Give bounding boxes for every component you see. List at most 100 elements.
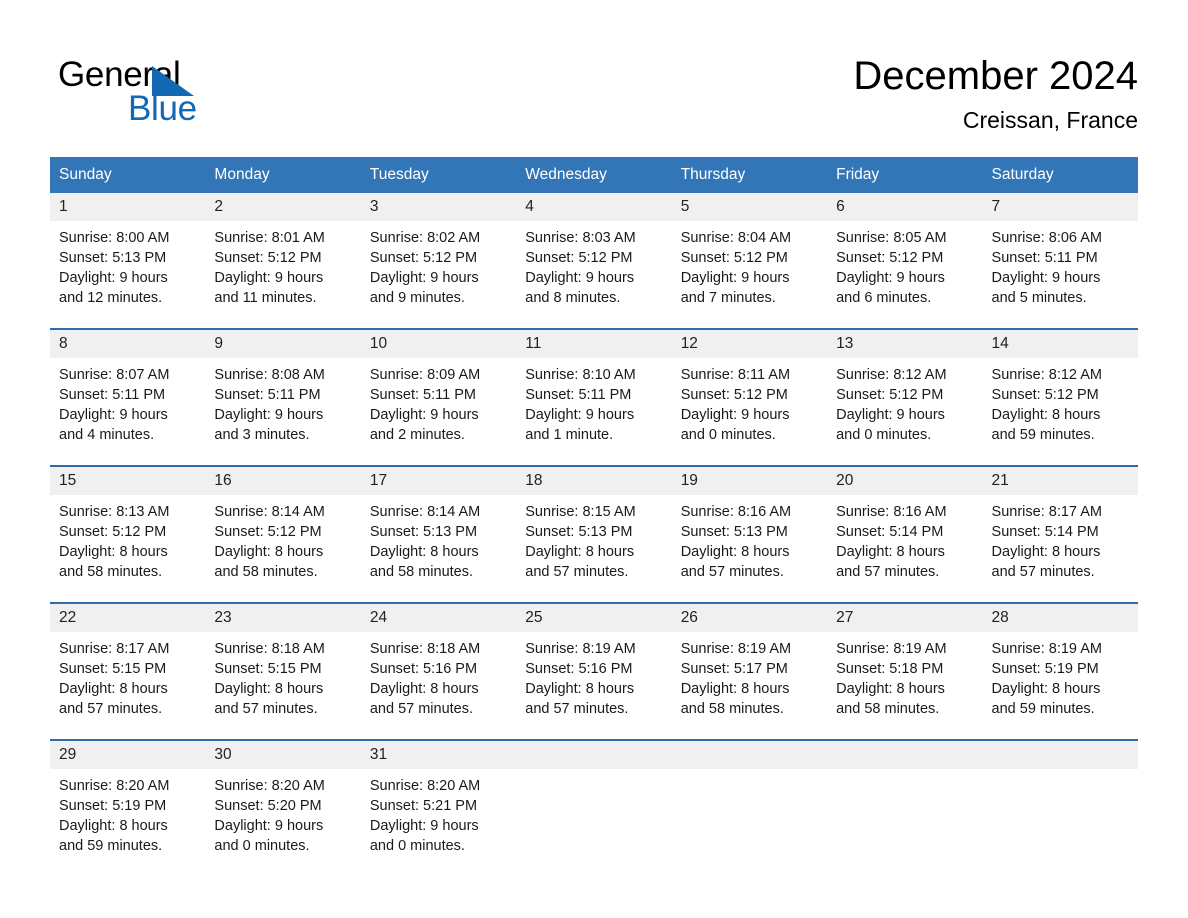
- day-daylight-text: and 5 minutes.: [991, 290, 1087, 306]
- day-cell[interactable]: Sunrise: 8:07 AM Sunset: 5:11 PM Daylight:…: [50, 358, 206, 455]
- day-sunset-text: Sunset: 5:21 PM: [369, 798, 478, 814]
- day-sunset-text: Sunset: 5:17 PM: [680, 661, 788, 677]
- day-sunset-text: Sunset: 5:19 PM: [59, 798, 167, 814]
- day-sunrise-text: Sunrise: 8:01 AM: [214, 230, 325, 246]
- day-sunset-text: Sunset: 5:14 PM: [836, 524, 944, 540]
- day-cell[interactable]: Sunrise: 8:02 AM Sunset: 5:12 PM Daylight:…: [360, 221, 517, 318]
- day-number[interactable]: 13: [827, 330, 983, 358]
- day-sunrise-text: Sunrise: 8:10 AM: [525, 367, 636, 383]
- day-cell[interactable]: Sunrise: 8:15 AM Sunset: 5:13 PM Daylight:…: [516, 495, 672, 592]
- day-sunrise-text: Sunrise: 8:17 AM: [59, 641, 170, 657]
- day-cell[interactable]: Sunrise: 8:19 AM Sunset: 5:17 PM Daylight:…: [671, 632, 828, 729]
- day-daylight-text: Daylight: 8 hours: [525, 681, 635, 697]
- day-cell[interactable]: Sunrise: 8:12 AM Sunset: 5:12 PM Daylight:…: [982, 358, 1138, 455]
- day-cell-empty: [671, 769, 828, 866]
- day-daylight-text: Daylight: 8 hours: [991, 544, 1101, 560]
- day-number[interactable]: 14: [982, 330, 1138, 358]
- day-cell[interactable]: Sunrise: 8:03 AM Sunset: 5:12 PM Daylight:…: [516, 221, 672, 318]
- day-number[interactable]: 9: [205, 330, 361, 358]
- day-cell[interactable]: Sunrise: 8:09 AM Sunset: 5:11 PM Daylight:…: [360, 358, 517, 455]
- day-number[interactable]: 8: [50, 330, 206, 358]
- day-cell[interactable]: Sunrise: 8:13 AM Sunset: 5:12 PM Daylight:…: [50, 495, 206, 592]
- day-number[interactable]: 28: [982, 604, 1138, 632]
- day-number[interactable]: 27: [827, 604, 983, 632]
- day-cell[interactable]: Sunrise: 8:17 AM Sunset: 5:15 PM Daylight:…: [50, 632, 206, 729]
- day-number[interactable]: 30: [205, 741, 361, 769]
- day-number[interactable]: 4: [516, 193, 672, 221]
- day-number[interactable]: 25: [516, 604, 672, 632]
- day-number[interactable]: 22: [50, 604, 206, 632]
- day-daylight-text: and 59 minutes.: [59, 838, 163, 854]
- day-cell[interactable]: Sunrise: 8:08 AM Sunset: 5:11 PM Daylight:…: [205, 358, 361, 455]
- day-number[interactable]: 3: [360, 193, 517, 221]
- day-cell[interactable]: Sunrise: 8:00 AM Sunset: 5:13 PM Daylight:…: [50, 221, 206, 318]
- day-number[interactable]: 31: [360, 741, 517, 769]
- day-cell[interactable]: Sunrise: 8:19 AM Sunset: 5:16 PM Daylight:…: [516, 632, 672, 729]
- day-number[interactable]: 5: [671, 193, 828, 221]
- day-number[interactable]: 23: [205, 604, 361, 632]
- day-cell[interactable]: Sunrise: 8:17 AM Sunset: 5:14 PM Daylight:…: [982, 495, 1138, 592]
- day-cell[interactable]: Sunrise: 8:10 AM Sunset: 5:11 PM Daylight:…: [516, 358, 672, 455]
- day-cell[interactable]: Sunrise: 8:16 AM Sunset: 5:14 PM Daylight:…: [827, 495, 983, 592]
- day-cell[interactable]: Sunrise: 8:20 AM Sunset: 5:19 PM Daylight:…: [50, 769, 206, 866]
- day-sunrise-text: Sunrise: 8:20 AM: [59, 778, 170, 794]
- week-separator: [50, 318, 1138, 330]
- day-number[interactable]: 15: [50, 467, 206, 495]
- day-number[interactable]: 18: [516, 467, 672, 495]
- day-number[interactable]: 19: [671, 467, 828, 495]
- day-cell[interactable]: Sunrise: 8:01 AM Sunset: 5:12 PM Daylight:…: [205, 221, 361, 318]
- day-cell[interactable]: Sunrise: 8:04 AM Sunset: 5:12 PM Daylight:…: [671, 221, 828, 318]
- day-daylight-text: and 0 minutes.: [836, 427, 932, 443]
- week-separator-cell: [50, 455, 1138, 467]
- day-daylight-text: Daylight: 9 hours: [680, 270, 790, 286]
- day-number-row: 8 9 10 11 12 13 14: [50, 330, 1138, 358]
- day-daylight-text: Daylight: 8 hours: [525, 544, 635, 560]
- week-separator: [50, 455, 1138, 467]
- day-number-empty: [982, 741, 1138, 769]
- day-sunset-text: Sunset: 5:12 PM: [369, 250, 478, 266]
- day-cell[interactable]: Sunrise: 8:16 AM Sunset: 5:13 PM Daylight:…: [671, 495, 828, 592]
- day-cell[interactable]: Sunrise: 8:18 AM Sunset: 5:15 PM Daylight:…: [205, 632, 361, 729]
- day-cell[interactable]: Sunrise: 8:18 AM Sunset: 5:16 PM Daylight:…: [360, 632, 517, 729]
- day-cell[interactable]: Sunrise: 8:19 AM Sunset: 5:19 PM Daylight:…: [982, 632, 1138, 729]
- day-number[interactable]: 26: [671, 604, 828, 632]
- day-cell[interactable]: Sunrise: 8:14 AM Sunset: 5:13 PM Daylight:…: [360, 495, 517, 592]
- calendar-body: 1 2 3 4 5 6 7 Sunrise: 8:00 AM Sunset: 5:13 PM Da…: [50, 193, 1138, 866]
- day-cell[interactable]: Sunrise: 8:12 AM Sunset: 5:12 PM Daylight:…: [827, 358, 983, 455]
- week-separator-line: [50, 318, 1138, 330]
- day-daylight-text: and 59 minutes.: [991, 427, 1095, 443]
- day-cell[interactable]: Sunrise: 8:19 AM Sunset: 5:18 PM Daylight:…: [827, 632, 983, 729]
- day-cell[interactable]: Sunrise: 8:20 AM Sunset: 5:21 PM Daylight:…: [360, 769, 517, 866]
- day-sunset-text: Sunset: 5:13 PM: [525, 524, 633, 540]
- day-number[interactable]: 16: [205, 467, 361, 495]
- day-cell[interactable]: Sunrise: 8:20 AM Sunset: 5:20 PM Daylight:…: [205, 769, 361, 866]
- day-cell[interactable]: Sunrise: 8:14 AM Sunset: 5:12 PM Daylight:…: [205, 495, 361, 592]
- day-info-row: Sunrise: 8:07 AM Sunset: 5:11 PM Daylight:…: [50, 358, 1138, 455]
- day-number[interactable]: 10: [360, 330, 517, 358]
- day-daylight-text: Daylight: 8 hours: [991, 407, 1101, 423]
- day-info-row: Sunrise: 8:20 AM Sunset: 5:19 PM Daylight:…: [50, 769, 1138, 866]
- day-number[interactable]: 20: [827, 467, 983, 495]
- day-number[interactable]: 7: [982, 193, 1138, 221]
- day-daylight-text: and 57 minutes.: [525, 701, 629, 717]
- day-number[interactable]: 11: [516, 330, 672, 358]
- day-sunrise-text: Sunrise: 8:16 AM: [680, 504, 792, 520]
- day-sunset-text: Sunset: 5:12 PM: [836, 250, 944, 266]
- calendar-header-row: Sunday Monday Tuesday Wednesday Thursday…: [50, 157, 1138, 193]
- day-number-empty: [827, 741, 983, 769]
- day-number[interactable]: 21: [982, 467, 1138, 495]
- day-number[interactable]: 6: [827, 193, 983, 221]
- day-cell[interactable]: Sunrise: 8:06 AM Sunset: 5:11 PM Daylight:…: [982, 221, 1138, 318]
- day-number[interactable]: 1: [50, 193, 206, 221]
- day-cell[interactable]: Sunrise: 8:11 AM Sunset: 5:12 PM Daylight:…: [671, 358, 828, 455]
- day-daylight-text: and 58 minutes.: [59, 564, 163, 580]
- day-number[interactable]: 2: [205, 193, 361, 221]
- day-number[interactable]: 12: [671, 330, 828, 358]
- day-daylight-text: Daylight: 9 hours: [214, 407, 324, 423]
- day-daylight-text: Daylight: 9 hours: [525, 407, 635, 423]
- day-number[interactable]: 17: [360, 467, 517, 495]
- day-sunset-text: Sunset: 5:16 PM: [369, 661, 478, 677]
- day-number[interactable]: 24: [360, 604, 517, 632]
- day-cell[interactable]: Sunrise: 8:05 AM Sunset: 5:12 PM Daylight:…: [827, 221, 983, 318]
- day-number[interactable]: 29: [50, 741, 206, 769]
